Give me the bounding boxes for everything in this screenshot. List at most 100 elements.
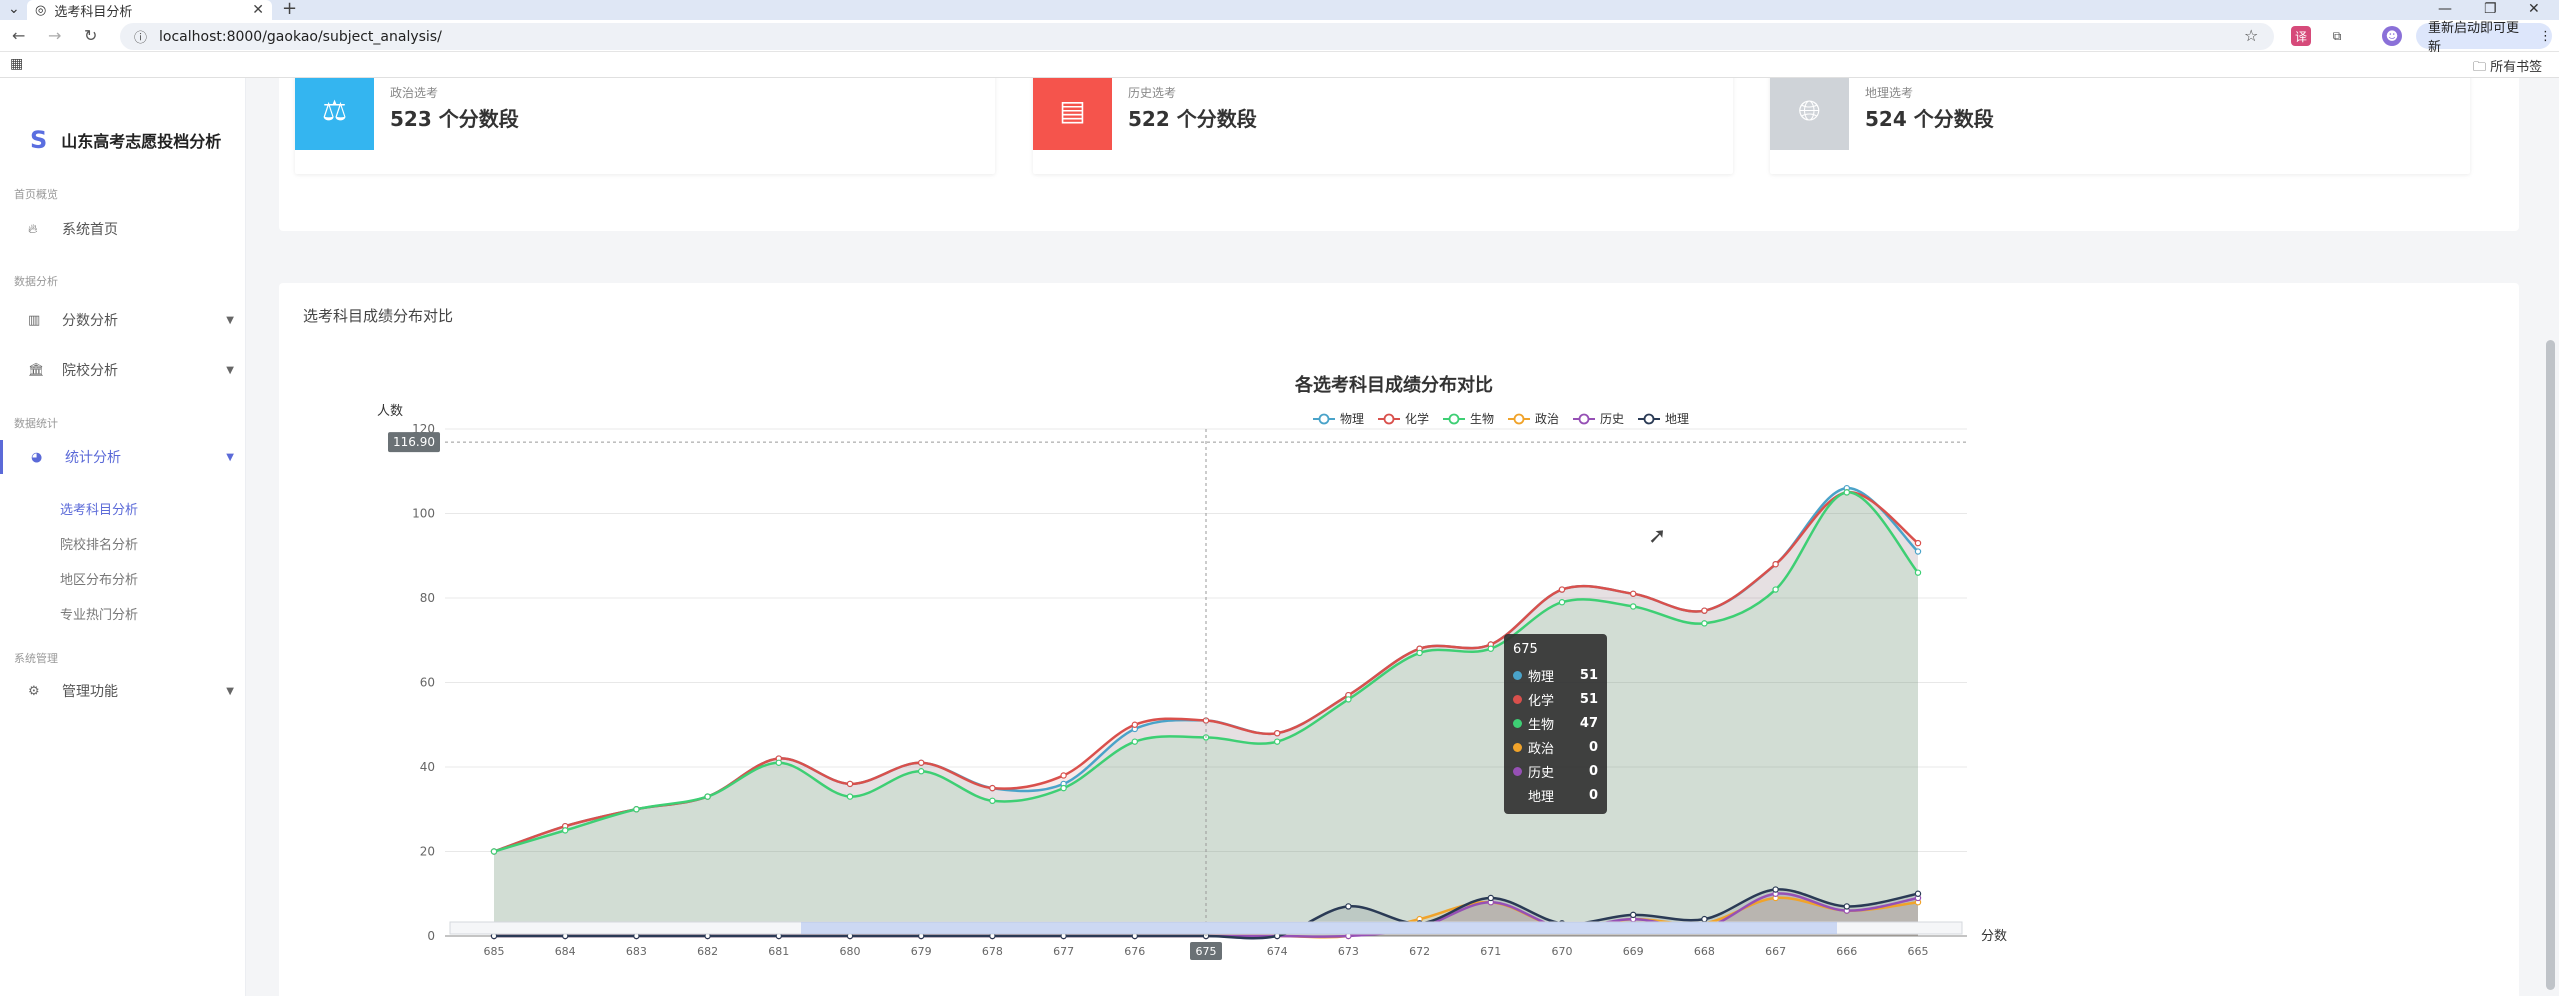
- series-point: [1843, 903, 1851, 910]
- series-point: [1131, 721, 1139, 728]
- y-axis-label: 人数: [377, 404, 403, 419]
- update-button[interactable]: 重新启动即可更新 ⋮: [2416, 21, 2552, 55]
- apps-grid-icon[interactable]: ▦: [10, 56, 23, 72]
- series-point: [633, 806, 640, 813]
- bookmarks-bar: ▦ 🗀 所有书签: [0, 52, 2559, 78]
- site-info-icon[interactable]: ⓘ: [134, 27, 147, 46]
- stat-politics: ⚖ 政治选考 523 个分数段: [295, 78, 995, 174]
- sidebar-item-school-analysis[interactable]: 🏛︎ 院校分析 ▼: [0, 353, 246, 387]
- legend-marker: [1578, 413, 1590, 425]
- profile-avatar[interactable]: ☻: [2382, 26, 2402, 46]
- sidebar-item-label: 系统首页: [62, 222, 118, 238]
- sidebar-subitem-region-distribution[interactable]: 地区分布分析: [60, 569, 138, 588]
- x-tick-label: 675: [1196, 945, 1217, 958]
- series-point: [1060, 784, 1067, 792]
- x-tick-label: 676: [1124, 945, 1145, 958]
- brand[interactable]: S 山东高考志愿投档分析: [30, 126, 221, 154]
- sidebar-item-label: 管理功能: [62, 684, 118, 700]
- new-tab-button[interactable]: +: [282, 0, 297, 18]
- tooltip-title: 675: [1513, 642, 1538, 657]
- forward-arrow-icon[interactable]: →: [48, 26, 61, 45]
- sidebar-subitem-hot-majors[interactable]: 专业热门分析: [60, 604, 138, 623]
- sidebar-item-home[interactable]: 🔥︎ 系统首页: [0, 212, 246, 246]
- sidebar-item-score-analysis[interactable]: ▥ 分数分析 ▼: [0, 303, 246, 337]
- series-point: [1274, 738, 1281, 745]
- tooltip-series-name: 政治: [1528, 741, 1555, 757]
- browser-tab-active[interactable]: ◎ 选考科目分析 ✕: [27, 0, 272, 20]
- x-tick-label: 678: [982, 945, 1003, 958]
- address-input[interactable]: ⓘ localhost:8000/gaokao/subject_analysis…: [120, 23, 2274, 50]
- series-point: [1914, 539, 1922, 547]
- tab-list-chevron-icon[interactable]: ⌄: [8, 0, 20, 18]
- zoom-slider-window: [801, 922, 1837, 934]
- minimize-icon[interactable]: —: [2438, 0, 2452, 18]
- url-text: localhost:8000/gaokao/subject_analysis/: [159, 28, 442, 45]
- legend-marker: [1643, 413, 1655, 425]
- tooltip-series-value: 51: [1579, 691, 1598, 707]
- series-point: [1131, 738, 1139, 745]
- tab-favicon-icon: ◎: [35, 2, 47, 18]
- reload-icon[interactable]: ↻: [84, 26, 97, 45]
- legend-marker: [1448, 413, 1460, 425]
- series-point: [1558, 599, 1566, 606]
- tab-close-icon[interactable]: ✕: [252, 2, 264, 18]
- legend-label: 物理: [1340, 412, 1364, 426]
- tooltip-row: 地理 0: [1513, 783, 1598, 807]
- sidebar-item-label: 统计分析: [65, 450, 121, 466]
- caret-down-icon: ▼: [226, 451, 234, 463]
- extensions-puzzle-icon[interactable]: ⧉: [2327, 26, 2347, 46]
- extension-translate-icon[interactable]: 译: [2291, 26, 2311, 46]
- x-tick-label: 684: [555, 945, 576, 958]
- tooltip-series-value: 51: [1579, 667, 1598, 683]
- tooltip-series-value: 0: [1588, 739, 1598, 755]
- stat-value: 522 个分数段: [1128, 107, 1257, 131]
- x-tick-label: 670: [1552, 945, 1573, 958]
- sidebar-item-admin[interactable]: ⚙ 管理功能 ▼: [0, 674, 246, 708]
- browser-toolbar: ← → ↻ ⓘ localhost:8000/gaokao/subject_an…: [0, 20, 2559, 55]
- caret-down-icon: ▼: [226, 364, 234, 376]
- series-point: [1843, 489, 1851, 496]
- tooltip-series-value: 0: [1588, 763, 1598, 779]
- restore-icon[interactable]: ❐: [2484, 0, 2497, 18]
- x-tick-label: 669: [1623, 945, 1644, 958]
- series-point: [1772, 561, 1779, 568]
- legend-label: 地理: [1665, 412, 1689, 426]
- sidebar-group-label: 数据分析: [14, 275, 58, 288]
- all-bookmarks-label: 所有书签: [2490, 60, 2543, 75]
- y-tick-label: 60: [420, 676, 435, 690]
- scale-icon: ⚖: [295, 78, 374, 150]
- window-close-icon[interactable]: ✕: [2528, 0, 2540, 18]
- bookmark-star-icon[interactable]: ☆: [2244, 26, 2258, 45]
- sidebar-item-label: 分数分析: [62, 313, 118, 329]
- distribution-chart[interactable]: 各选考科目成绩分布对比人数020406080100120685 684 683 682…: [279, 283, 2519, 996]
- page-scrollbar[interactable]: [2546, 340, 2555, 990]
- series-point: [1416, 649, 1423, 657]
- series-point: [775, 759, 782, 766]
- sidebar-item-statistics[interactable]: ◕ 统计分析 ▼: [0, 440, 246, 474]
- globe-icon: 🌐︎: [1770, 78, 1849, 150]
- y-tick-label: 0: [427, 929, 435, 943]
- legend-label: 生物: [1470, 412, 1494, 426]
- tooltip-dot: [1513, 791, 1522, 800]
- series-point: [1629, 911, 1637, 919]
- pie-chart-icon: ◕: [31, 449, 43, 465]
- sidebar-subitem-subject-analysis[interactable]: 选考科目分析: [60, 499, 138, 518]
- tooltip-row: 生物 47: [1513, 711, 1598, 735]
- all-bookmarks-button[interactable]: 🗀 所有书签: [2473, 56, 2542, 80]
- mouse-cursor-icon: ➚: [1648, 524, 1667, 549]
- series-point: [1701, 915, 1708, 923]
- series-point: [1274, 730, 1281, 737]
- series-point: [989, 797, 996, 805]
- legend-label: 化学: [1405, 411, 1429, 426]
- sidebar-group-label: 系统管理: [14, 652, 58, 665]
- x-tick-label: 680: [840, 945, 861, 958]
- sidebar-subitem-school-ranking[interactable]: 院校排名分析: [60, 534, 138, 553]
- series-point: [704, 793, 711, 800]
- sidebar-item-label: 院校分析: [62, 363, 118, 379]
- y-tick-label: 40: [420, 760, 435, 774]
- stats-card: ⚖ 政治选考 523 个分数段 ▤ 历史选考 522 个分数段 🌐︎ 地理选考 …: [279, 78, 2519, 231]
- tooltip-row: 化学 51: [1513, 687, 1598, 711]
- back-arrow-icon[interactable]: ←: [12, 26, 25, 45]
- stat-geography: 🌐︎ 地理选考 524 个分数段: [1770, 78, 2470, 174]
- tooltip-series-name: 地理: [1528, 789, 1555, 805]
